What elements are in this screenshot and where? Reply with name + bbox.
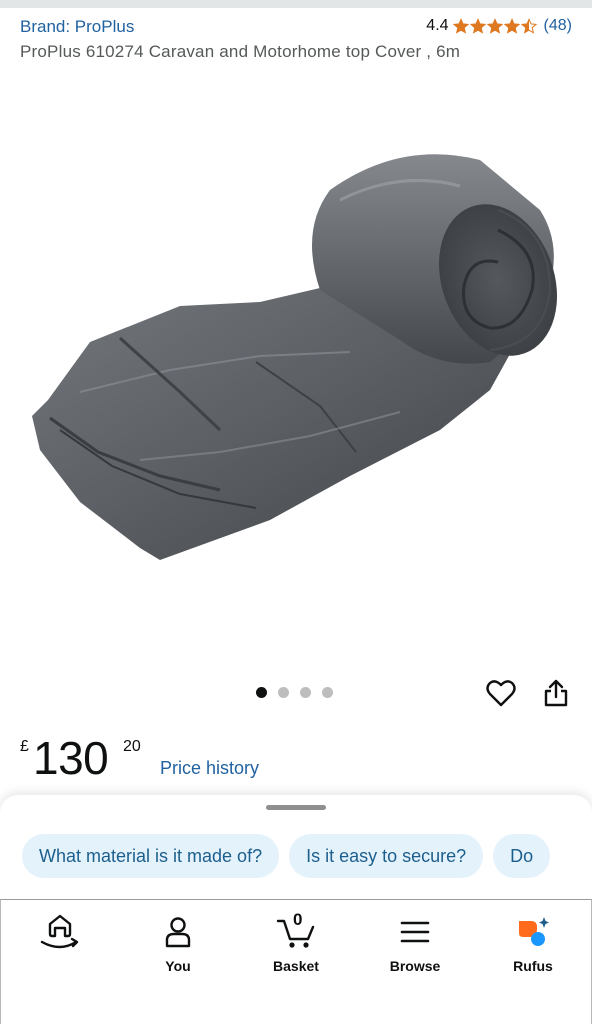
top-strip: [0, 0, 592, 8]
star-icon: [503, 18, 520, 34]
price: £ 130 20 Price history: [20, 732, 420, 784]
suggestion-chip[interactable]: Do: [493, 834, 551, 878]
nav-rufus[interactable]: Rufus: [488, 914, 578, 974]
suggestion-chips: What material is it made of? Is it easy …: [22, 834, 551, 878]
suggestion-chip[interactable]: Is it easy to secure?: [289, 834, 484, 878]
product-title: ProPlus 610274 Caravan and Motorhome top…: [20, 42, 461, 61]
price-fraction: 20: [123, 738, 141, 755]
product-header: Brand: ProPlus 4.4 (48): [20, 16, 572, 40]
pagination-dot[interactable]: [278, 687, 289, 698]
product-image[interactable]: [20, 130, 572, 580]
heart-icon: [486, 680, 516, 707]
pagination-dot[interactable]: [300, 687, 311, 698]
price-currency: £: [20, 738, 29, 755]
star-rating: [452, 18, 538, 34]
person-icon: [165, 917, 191, 948]
nav-rufus-label: Rufus: [513, 958, 553, 974]
nav-basket-label: Basket: [273, 958, 319, 974]
rufus-suggestions-sheet: What material is it made of? Is it easy …: [0, 795, 592, 899]
bottom-navigation: You 0 Basket Browse Rufus: [0, 899, 592, 1024]
brand-link[interactable]: Brand: ProPlus: [20, 17, 134, 37]
nav-home[interactable]: [15, 914, 105, 974]
rating[interactable]: 4.4 (48): [426, 17, 572, 35]
rufus-icon: [519, 917, 549, 946]
nav-browse[interactable]: Browse: [370, 914, 460, 974]
share-icon: [544, 679, 568, 707]
sheet-drag-handle[interactable]: [266, 805, 326, 810]
star-icon: [486, 18, 503, 34]
pagination-dot[interactable]: [256, 687, 267, 698]
basket-count: 0: [293, 910, 303, 929]
review-count[interactable]: (48): [544, 17, 572, 35]
nav-bottom-spacer: [1, 995, 591, 1024]
pagination-dot[interactable]: [322, 687, 333, 698]
image-pagination: [256, 687, 333, 698]
nav-basket[interactable]: 0 Basket: [251, 910, 341, 974]
rating-value: 4.4: [426, 17, 449, 34]
menu-icon: [400, 921, 430, 943]
star-icon: [452, 18, 469, 34]
nav-you-label: You: [165, 958, 191, 974]
wishlist-button[interactable]: [484, 676, 518, 710]
rolled-cover-image: [32, 154, 557, 560]
price-history-link[interactable]: Price history: [160, 758, 259, 779]
star-half-icon: [520, 18, 537, 34]
nav-browse-label: Browse: [389, 958, 441, 974]
share-button[interactable]: [540, 676, 572, 710]
star-icon: [469, 18, 486, 34]
suggestion-chip[interactable]: What material is it made of?: [22, 834, 280, 878]
nav-you[interactable]: You: [133, 914, 223, 974]
home-icon: [40, 914, 79, 949]
price-whole: 130: [33, 732, 109, 784]
